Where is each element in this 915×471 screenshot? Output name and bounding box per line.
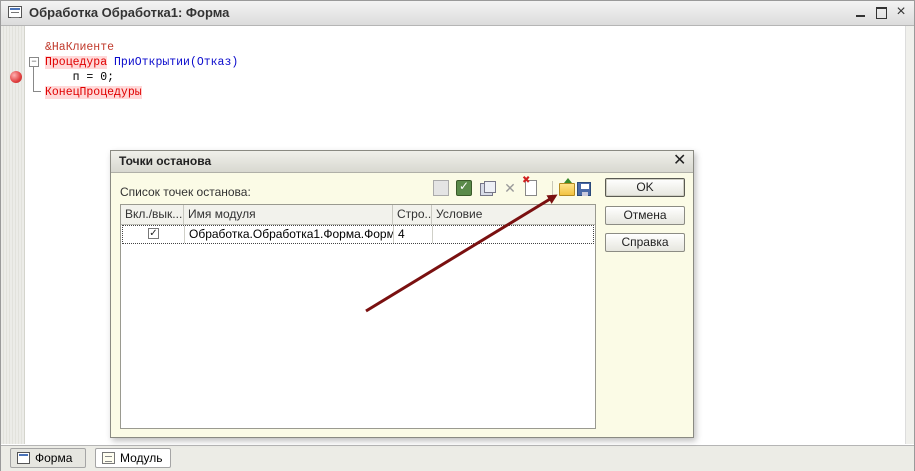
close-icon[interactable]: × — [893, 4, 909, 20]
delete-all-icon[interactable] — [522, 175, 537, 196]
code-text[interactable]: &НаКлиенте Процедура ПриОткрытии(Отказ) п… — [45, 40, 238, 100]
save-icon[interactable] — [577, 182, 591, 196]
dialog-title: Точки останова — [119, 154, 212, 168]
minimize-icon[interactable] — [853, 4, 869, 20]
dialog-close-icon[interactable]: ✕ — [673, 152, 686, 170]
enable-all-icon[interactable] — [456, 179, 472, 196]
code-token: Процедура — [45, 56, 108, 69]
code-line[interactable]: п = 0; — [45, 70, 238, 85]
toolbar-separator — [552, 181, 553, 196]
tab-form[interactable]: Форма — [10, 448, 86, 468]
tab-form-label: Форма — [35, 451, 73, 465]
tab-module-label: Модуль — [120, 451, 163, 465]
editor-scrollbar[interactable] — [905, 26, 914, 444]
delete-icon[interactable]: ✕ — [502, 180, 518, 196]
breakpoints-table[interactable]: Вкл./вык... Имя модуля Стро... Условие ✓… — [120, 204, 596, 429]
code-token: КонецПроцедуры — [45, 86, 142, 99]
column-header-enabled[interactable]: Вкл./вык... — [121, 205, 184, 224]
fold-line — [33, 67, 34, 91]
code-line[interactable]: Процедура ПриОткрытии(Отказ) — [45, 55, 238, 70]
collapse-icon[interactable]: − — [29, 57, 39, 67]
bottom-tabs: Форма Модуль — [1, 445, 914, 471]
cell-line: 4 — [394, 226, 433, 243]
fold-end — [33, 91, 41, 92]
cell-enabled: ✓ — [123, 226, 185, 243]
cancel-button[interactable]: Отмена — [605, 206, 685, 225]
code-token: ПриОткрытии(Отказ) — [114, 56, 239, 69]
code-token: п = 0; — [45, 71, 115, 84]
form-icon — [17, 452, 30, 464]
code-line[interactable]: КонецПроцедуры — [45, 85, 238, 100]
help-button[interactable]: Справка — [605, 233, 685, 252]
goto-icon[interactable] — [433, 180, 449, 196]
table-header: Вкл./вык... Имя модуля Стро... Условие — [121, 205, 595, 225]
column-header-line[interactable]: Стро... — [393, 205, 432, 224]
column-header-module[interactable]: Имя модуля — [184, 205, 393, 224]
breakpoint-icon[interactable] — [10, 71, 22, 83]
code-token: &НаКлиенте — [45, 41, 115, 54]
dialog-title-bar: Точки останова ✕ — [111, 151, 693, 173]
title-bar: Обработка Обработка1: Форма × — [1, 1, 914, 26]
window-title: Обработка Обработка1: Форма — [29, 5, 230, 20]
code-line[interactable]: &НаКлиенте — [45, 40, 238, 55]
tab-module[interactable]: Модуль — [95, 448, 171, 468]
form-window-icon — [8, 6, 22, 18]
table-row[interactable]: ✓ Обработка.Обработка1.Форма.Форм... 4 — [122, 225, 594, 244]
breakpoint-list-label: Список точек останова: — [120, 185, 251, 199]
cell-module: Обработка.Обработка1.Форма.Форм... — [185, 226, 394, 243]
breakpoints-dialog: Точки останова ✕ Список точек останова: … — [110, 150, 694, 438]
load-folder-icon[interactable] — [559, 178, 575, 196]
disable-all-icon[interactable] — [480, 181, 496, 196]
ok-button[interactable]: OK — [605, 178, 685, 197]
column-header-condition[interactable]: Условие — [432, 205, 595, 224]
enabled-checkbox[interactable]: ✓ — [148, 228, 159, 239]
editor-gutter[interactable] — [1, 26, 25, 444]
module-icon — [102, 452, 115, 464]
maximize-icon[interactable] — [873, 4, 889, 20]
cell-condition[interactable] — [433, 226, 593, 243]
